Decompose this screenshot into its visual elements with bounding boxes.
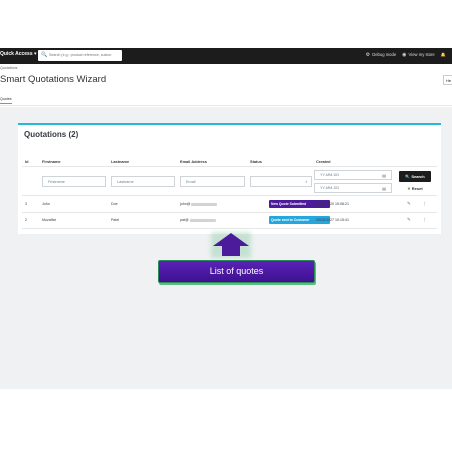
lastname-filter-input[interactable]: Lastname (111, 176, 175, 187)
cell-created: 2023/10/20 15:08:21 (316, 202, 349, 206)
card-title-label: Quotations (24, 130, 67, 139)
col-header-lastname[interactable]: Lastname (111, 159, 129, 164)
search-icon: 🔍 (41, 52, 48, 58)
select-caret-icon: ↕ (305, 179, 307, 184)
search-button-label: Search (411, 174, 425, 179)
cell-lastname: Doe (111, 202, 118, 206)
edit-icon[interactable]: ✎ (407, 201, 411, 207)
global-search-input[interactable] (49, 51, 119, 59)
calendar-icon[interactable]: ▤ (382, 186, 386, 191)
cell-id: 2 (25, 218, 27, 222)
page-header: Quotations Smart Quotations Wizard He Qu… (0, 64, 452, 106)
edit-icon[interactable]: ✎ (407, 217, 411, 223)
firstname-filter-input[interactable]: Firstname (42, 176, 106, 187)
row-divider (22, 212, 437, 213)
col-header-id[interactable]: Id (25, 159, 28, 164)
view-store-link[interactable]: ◉ View my store (402, 52, 435, 58)
page-title: Smart Quotations Wizard (0, 74, 107, 85)
reset-button[interactable]: ✕ Reset (399, 184, 431, 193)
eye-icon: ◉ (402, 52, 407, 58)
annotation-callout: List of quotes (158, 260, 315, 283)
cell-email: john@ (180, 202, 218, 206)
card-title: Quotations (2) (24, 130, 78, 139)
global-search[interactable]: 🔍 (38, 50, 122, 61)
date-to-placeholder: YY-MM-DD (320, 186, 340, 190)
email-filter-input[interactable]: Email (180, 176, 245, 187)
reset-button-label: Reset (411, 186, 423, 191)
help-button[interactable]: He (443, 75, 452, 85)
search-button[interactable]: 🔍 Search (399, 171, 431, 182)
col-header-email[interactable]: Email Address (180, 159, 207, 164)
cell-lastname: Patel (111, 218, 120, 222)
redacted-email (191, 202, 218, 206)
breadcrumb[interactable]: Quotations (0, 66, 17, 70)
up-arrow-stem (222, 245, 240, 256)
calendar-icon[interactable]: ▤ (382, 173, 386, 178)
redacted-email (189, 218, 216, 222)
view-store-label: View my store (408, 52, 435, 57)
col-header-status[interactable]: Status (250, 159, 262, 164)
header-divider (22, 166, 437, 167)
date-from-input[interactable]: YY-MM-DD ▤ (314, 170, 392, 180)
cell-email-text: pat@ (180, 218, 189, 222)
col-header-firstname[interactable]: Firstname (42, 159, 61, 164)
cell-email-text: john@ (180, 202, 191, 206)
debug-mode-label: Debug mode (372, 52, 397, 57)
close-icon: ✕ (407, 186, 411, 191)
cell-firstname: John (42, 202, 50, 206)
more-options-icon[interactable]: ⋮ (422, 217, 427, 223)
admin-top-bar: Quick Access ▾ 🔍 ⚙Debug mode ◉View my st… (0, 48, 452, 64)
debug-mode-link[interactable]: ⚙ Debug mode (366, 52, 396, 58)
quick-access-menu[interactable]: Quick Access ▾ (0, 51, 37, 57)
filter-divider (22, 195, 437, 196)
bug-icon: ⚙ (365, 52, 371, 58)
date-to-input[interactable]: YY-MM-DD ▤ (314, 183, 392, 193)
row-divider (22, 228, 437, 229)
cell-id: 3 (25, 202, 27, 206)
cell-email: pat@ (180, 218, 216, 222)
col-header-created[interactable]: Created (316, 159, 331, 164)
quotations-card: Quotations (2) Id Firstname Lastname Ema… (18, 123, 441, 234)
search-icon: 🔍 (405, 174, 411, 179)
top-right-actions: ⚙ Debug mode ◉ View my store 🔔 (366, 52, 446, 58)
tab-quotes[interactable]: Quotes (0, 97, 12, 104)
more-options-icon[interactable]: ⋮ (422, 201, 427, 207)
cell-firstname: Muzaffar (42, 218, 56, 222)
cell-created: 2023/10/27 10:15:41 (316, 218, 349, 222)
notifications-icon[interactable]: 🔔 (441, 52, 446, 58)
status-filter-select[interactable]: ↕ (250, 176, 312, 187)
card-title-count: (2) (68, 130, 79, 139)
date-from-placeholder: YY-MM-DD (320, 173, 340, 177)
